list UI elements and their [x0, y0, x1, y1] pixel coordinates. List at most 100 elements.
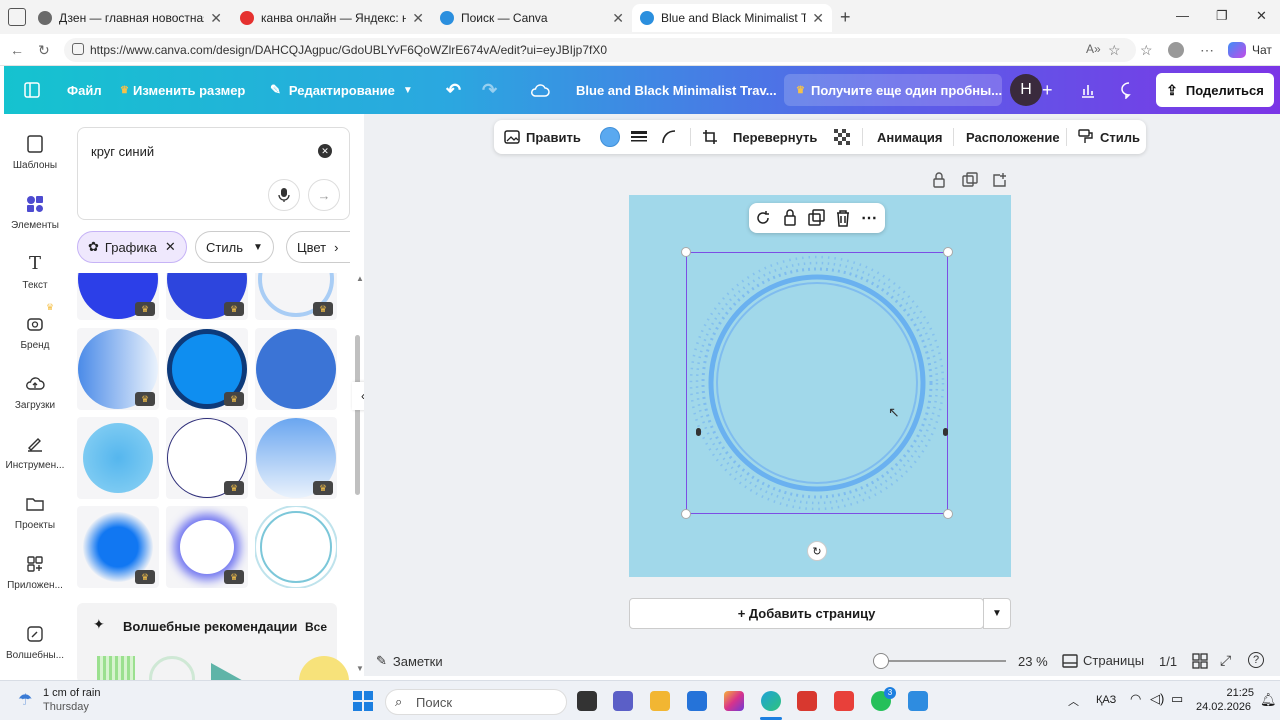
- new-tab-plus-icon[interactable]: +: [840, 7, 851, 28]
- site-info-icon[interactable]: [72, 43, 84, 55]
- remove-filter-icon[interactable]: ✕: [165, 239, 176, 255]
- see-all-link[interactable]: Все: [305, 620, 327, 634]
- search-input[interactable]: круг синий: [91, 144, 154, 159]
- task-view-icon[interactable]: [577, 691, 597, 711]
- resize-button[interactable]: ♛ Изменить размер: [120, 66, 245, 114]
- rail-item-projects[interactable]: Проекты: [4, 494, 66, 531]
- rail-item-brand[interactable]: Бренд ♛: [4, 302, 66, 351]
- cloud-save-icon[interactable]: [530, 66, 550, 114]
- graphic-result[interactable]: [77, 417, 159, 499]
- side-handle[interactable]: [943, 428, 948, 436]
- tab-actions-icon[interactable]: [8, 8, 26, 26]
- chat-label[interactable]: Чат: [1252, 43, 1272, 57]
- share-button[interactable]: ⇪ Поделиться: [1156, 73, 1274, 107]
- graphic-result[interactable]: ♛: [166, 273, 248, 320]
- rail-item-elements[interactable]: Элементы: [4, 194, 66, 231]
- favorites-icon[interactable]: ☆: [1140, 42, 1153, 59]
- filter-chip-style[interactable]: Стиль ▼: [195, 231, 274, 263]
- back-arrow-icon[interactable]: ←: [10, 42, 24, 58]
- scroll-up-icon[interactable]: ▲: [356, 274, 364, 283]
- add-page-button[interactable]: + Добавить страницу: [629, 598, 984, 629]
- close-icon[interactable]: ✕: [412, 10, 424, 27]
- more-options-icon[interactable]: ⋯: [861, 208, 877, 228]
- graphic-result[interactable]: [255, 506, 337, 588]
- grid-view-icon[interactable]: [1192, 653, 1208, 669]
- graphic-result[interactable]: ♛: [77, 506, 159, 588]
- position-button[interactable]: Расположение: [966, 120, 1060, 154]
- resize-handle[interactable]: [681, 509, 691, 519]
- instagram-icon[interactable]: [724, 691, 744, 711]
- rail-item-templates[interactable]: Шаблоны: [4, 134, 66, 171]
- resize-handle[interactable]: [943, 509, 953, 519]
- profile-avatar-icon[interactable]: [1168, 42, 1184, 58]
- close-icon[interactable]: ✕: [812, 10, 824, 27]
- zoom-level[interactable]: 23 %: [1018, 654, 1048, 669]
- browser-tab-active[interactable]: Blue and Black Minimalist Travel A ✕: [632, 4, 832, 32]
- chevron-up-icon[interactable]: ︿: [1068, 693, 1079, 709]
- duplicate-page-icon[interactable]: [962, 172, 978, 188]
- zoom-slider[interactable]: [874, 660, 1006, 662]
- side-handle[interactable]: [696, 428, 701, 436]
- lock-element-icon[interactable]: [783, 209, 797, 226]
- copilot-icon[interactable]: [1228, 42, 1246, 58]
- snipping-tool-icon[interactable]: [834, 691, 854, 711]
- windows-start-icon[interactable]: [353, 691, 373, 711]
- volume-icon[interactable]: ◁): [1150, 691, 1164, 707]
- rail-item-uploads[interactable]: Загрузки: [4, 374, 66, 411]
- clock-time[interactable]: 21:25: [1212, 687, 1254, 699]
- graphic-result[interactable]: ♛: [255, 417, 337, 499]
- scroll-down-icon[interactable]: ▼: [356, 664, 364, 673]
- border-weight-icon[interactable]: [631, 120, 647, 154]
- document-title[interactable]: Blue and Black Minimalist Trav...: [576, 66, 777, 114]
- selection-box[interactable]: [686, 252, 948, 514]
- refresh-icon[interactable]: ↻: [38, 42, 50, 59]
- browser-tab[interactable]: Дзен — главная новостная инфо ✕: [30, 4, 230, 32]
- window-close-icon[interactable]: ✕: [1256, 8, 1267, 24]
- wifi-icon[interactable]: ◠: [1130, 691, 1141, 707]
- edit-image-button[interactable]: Править: [504, 120, 581, 154]
- analytics-icon[interactable]: [1080, 66, 1096, 114]
- edge-browser-icon[interactable]: [761, 691, 781, 711]
- minimize-icon[interactable]: —: [1176, 8, 1189, 23]
- store-icon[interactable]: [687, 691, 707, 711]
- clock-date[interactable]: 24.02.2026: [1196, 701, 1251, 713]
- panel-scrollbar[interactable]: [355, 335, 360, 495]
- filter-chip-color[interactable]: Цвет ›: [286, 231, 350, 263]
- recommendation-thumb[interactable]: [97, 656, 135, 683]
- lock-icon[interactable]: [932, 172, 946, 188]
- submit-arrow-icon[interactable]: →: [308, 179, 340, 211]
- graphic-result[interactable]: [255, 328, 337, 410]
- comment-icon[interactable]: [1120, 66, 1138, 114]
- sidebar-toggle-icon[interactable]: [24, 66, 40, 114]
- flip-button[interactable]: Перевернуть: [733, 120, 817, 154]
- url-field[interactable]: https://www.canva.com/design/DAHCQJAgpuc…: [64, 38, 1136, 62]
- browser-tab[interactable]: канва онлайн — Яндекс: нашлось ✕: [232, 4, 432, 32]
- notification-bell-icon[interactable]: 🔔︎: [1260, 692, 1277, 708]
- file-explorer-icon[interactable]: [650, 691, 670, 711]
- crop-icon[interactable]: [702, 120, 718, 154]
- file-menu-button[interactable]: Файл: [67, 66, 102, 114]
- fullscreen-icon[interactable]: ⤢: [1220, 652, 1231, 669]
- battery-icon[interactable]: ▭: [1171, 691, 1183, 707]
- add-page-icon[interactable]: [992, 172, 1008, 188]
- weather-title[interactable]: 1 cm of rain: [43, 687, 100, 699]
- language-indicator[interactable]: ҚАЗ: [1096, 694, 1116, 706]
- close-icon[interactable]: ✕: [210, 10, 222, 27]
- graphic-result[interactable]: ♛: [255, 273, 337, 320]
- rotate-icon[interactable]: ↻: [807, 541, 827, 561]
- add-page-dropdown[interactable]: ▼: [983, 598, 1011, 629]
- more-menu-icon[interactable]: ⋯: [1200, 42, 1214, 59]
- rail-item-text[interactable]: T Текст: [4, 254, 66, 292]
- rail-item-tools[interactable]: Инструмен...: [4, 434, 66, 471]
- graphic-result[interactable]: ♛: [166, 328, 248, 410]
- corner-rounding-icon[interactable]: [662, 120, 676, 154]
- add-collaborator-icon[interactable]: +: [1042, 66, 1053, 114]
- graphic-result[interactable]: ♛: [166, 506, 248, 588]
- microphone-icon[interactable]: [268, 179, 300, 211]
- search-box[interactable]: круг синий ✕ →: [77, 127, 350, 220]
- transparency-icon[interactable]: [834, 120, 850, 154]
- teams-icon[interactable]: [613, 691, 633, 711]
- redo-icon[interactable]: ↷: [482, 66, 497, 114]
- animation-button[interactable]: Анимация: [877, 120, 942, 154]
- graphic-result[interactable]: ♛: [77, 328, 159, 410]
